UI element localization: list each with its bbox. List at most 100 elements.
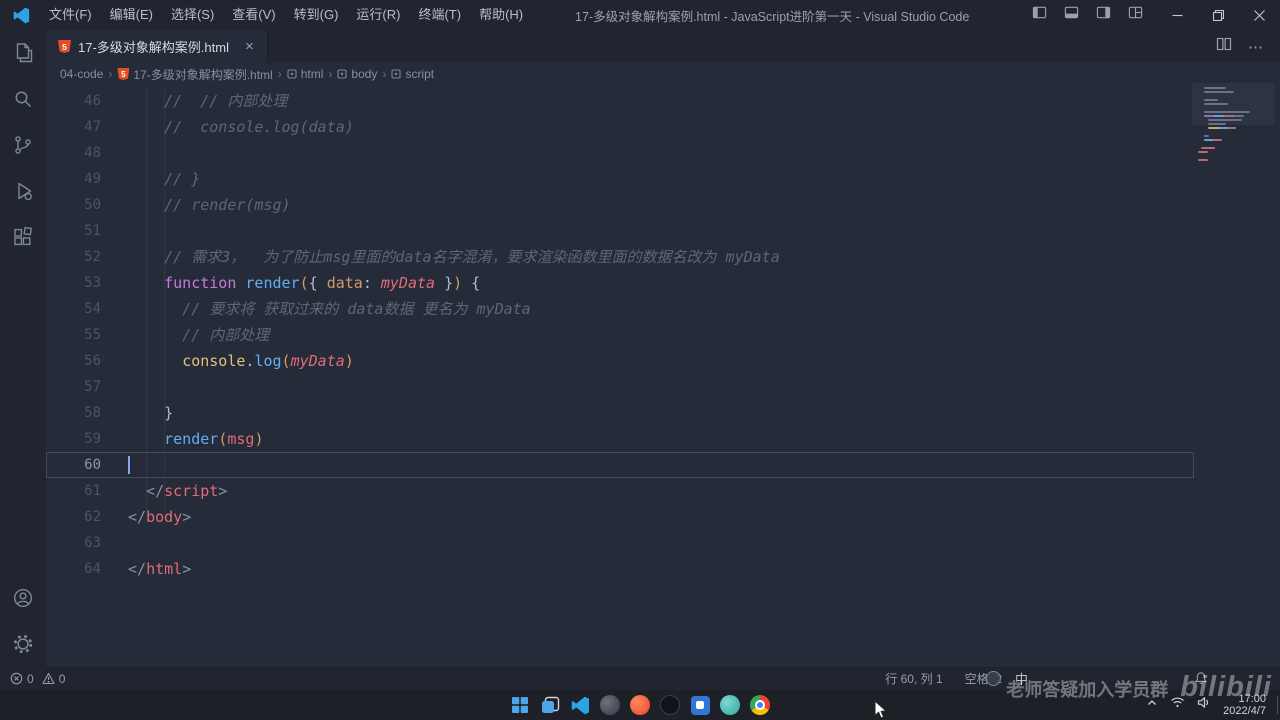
menu-help[interactable]: 帮助(H) (470, 0, 532, 30)
code-line[interactable]: 54 // 要求将 获取过来的 data数据 更名为 myData (46, 296, 1194, 322)
extensions-icon[interactable] (0, 214, 46, 260)
code-token: body (146, 508, 183, 526)
vscode-taskbar-icon[interactable] (568, 693, 592, 717)
taskbar-clock[interactable]: 17:00 2022/4/7 (1223, 693, 1266, 717)
volume-icon[interactable] (1197, 696, 1211, 714)
more-actions-icon[interactable]: ⋯ (1248, 38, 1264, 56)
code-line[interactable]: 50 // render(msg) (46, 192, 1194, 218)
wifi-icon[interactable] (1170, 696, 1185, 714)
code-token: </ (128, 508, 147, 526)
html-file-icon: 5 (58, 40, 71, 53)
code-token: render (245, 274, 300, 292)
breadcrumb-symbol-html[interactable]: html (287, 67, 323, 81)
teal-app-icon[interactable] (718, 693, 742, 717)
toggle-secondary-sidebar-icon[interactable] (1096, 5, 1111, 25)
problems-indicator[interactable]: 0 0 (10, 672, 65, 686)
toggle-panel-icon[interactable] (1064, 5, 1079, 25)
code-line[interactable]: 47 // console.log(data) (46, 114, 1194, 140)
task-view-button[interactable] (538, 693, 562, 717)
menu-terminal[interactable]: 终端(T) (409, 0, 470, 30)
menu-run[interactable]: 运行(R) (347, 0, 409, 30)
clock-date: 2022/4/7 (1223, 705, 1266, 717)
code-line[interactable]: 63 (46, 530, 1194, 556)
overlay-tools: 中 (985, 669, 1028, 688)
red-app-icon[interactable] (628, 693, 652, 717)
breadcrumb-folder[interactable]: 04-code (60, 67, 103, 81)
menu-go[interactable]: 转到(G) (285, 0, 348, 30)
code-line[interactable]: 55 // 内部处理 (46, 322, 1194, 348)
customize-layout-icon[interactable] (1128, 5, 1143, 25)
toggle-sidebar-icon[interactable] (1032, 5, 1047, 25)
tab-active-file[interactable]: 5 17-多级对象解构案例.html × (46, 30, 268, 63)
show-desktop-button[interactable] (1277, 696, 1278, 714)
code-token: ) (344, 352, 354, 370)
code-line[interactable]: 51 (46, 218, 1194, 244)
code-line[interactable]: 57 (46, 374, 1194, 400)
code-line[interactable]: 62 </body> (46, 504, 1194, 530)
code-line[interactable]: 59 render(msg) (46, 426, 1194, 452)
line-number: 48 (84, 145, 101, 161)
code-text: function render({ data: myData }) { (128, 270, 480, 296)
settings-gear-icon[interactable] (0, 621, 46, 667)
code-line[interactable]: 61 </script> (46, 478, 1194, 504)
code-line[interactable]: 53 function render({ data: myData }) { (46, 270, 1194, 296)
code-token: // render(msg) (128, 196, 291, 214)
code-text: console.log(myData) (128, 348, 354, 374)
cursor-position[interactable]: 行 60, 列 1 (885, 670, 942, 687)
code-line[interactable]: 60 (46, 452, 1194, 478)
menu-view[interactable]: 查看(V) (223, 0, 284, 30)
code-line[interactable]: 48 (46, 140, 1194, 166)
black-app-icon[interactable] (658, 693, 682, 717)
code-token: // } (128, 170, 201, 188)
source-control-icon[interactable] (0, 122, 46, 168)
run-debug-icon[interactable] (0, 168, 46, 214)
menu-file[interactable]: 文件(F) (40, 0, 101, 30)
minimize-button[interactable] (1157, 0, 1198, 30)
title-bar: 文件(F) 编辑(E) 选择(S) 查看(V) 转到(G) 运行(R) 终端(T… (0, 0, 1280, 30)
search-icon[interactable] (0, 76, 46, 122)
breadcrumb-symbol-body[interactable]: body (337, 67, 377, 81)
breadcrumb-separator: › (382, 67, 387, 81)
code-text: // console.log(data) (128, 114, 354, 140)
code-token: myData (380, 274, 436, 292)
code-token: </ (146, 482, 165, 500)
code-line[interactable]: 64 </html> (46, 556, 1194, 582)
breadcrumb-symbol-script[interactable]: script (391, 67, 434, 81)
edge-dark-icon[interactable] (598, 693, 622, 717)
start-button[interactable] (508, 693, 532, 717)
code-token: ( (218, 430, 228, 448)
restore-button[interactable] (1198, 0, 1239, 30)
code-token: } (128, 404, 174, 422)
code-line[interactable]: 56 console.log(myData) (46, 348, 1194, 374)
overlay-ball-icon (985, 671, 1001, 686)
code-token: { (462, 274, 481, 292)
code-line[interactable]: 52 // 需求3， 为了防止msg里面的data名字混淆，要求渲染函数里面的数… (46, 244, 1194, 270)
code-line[interactable]: 49 // } (46, 166, 1194, 192)
menu-selection[interactable]: 选择(S) (162, 0, 223, 30)
menu-edit[interactable]: 编辑(E) (101, 0, 162, 30)
tray-chevron-icon[interactable] (1146, 696, 1158, 714)
code-token: // 需求3， 为了防止msg里面的data名字混淆，要求渲染函数里面的数据名改… (128, 248, 780, 266)
explorer-icon[interactable] (0, 30, 46, 76)
code-line[interactable]: 58 } (46, 400, 1194, 426)
code-text: // 需求3， 为了防止msg里面的data名字混淆，要求渲染函数里面的数据名改… (128, 244, 780, 270)
notifications-bell-icon[interactable] (1194, 671, 1208, 688)
split-editor-icon[interactable] (1216, 36, 1232, 57)
close-button[interactable] (1239, 0, 1280, 30)
breadcrumb-file[interactable]: 5 17-多级对象解构案例.html (117, 66, 273, 83)
line-number: 52 (84, 249, 101, 265)
line-number: 51 (84, 223, 101, 239)
code-text: render(msg) (128, 426, 263, 452)
blue-app-icon[interactable] (688, 693, 712, 717)
tab-close-icon[interactable]: × (242, 38, 257, 55)
code-token: ( (299, 274, 309, 292)
minimap[interactable] (1198, 87, 1266, 161)
code-token: ) (254, 430, 264, 448)
code-token: ( (281, 352, 291, 370)
code-line[interactable]: 46 // // 内部处理 (46, 88, 1194, 114)
chrome-icon[interactable] (748, 693, 772, 717)
account-icon[interactable] (0, 575, 46, 621)
warning-count: 0 (58, 671, 66, 686)
text-cursor (128, 456, 130, 474)
